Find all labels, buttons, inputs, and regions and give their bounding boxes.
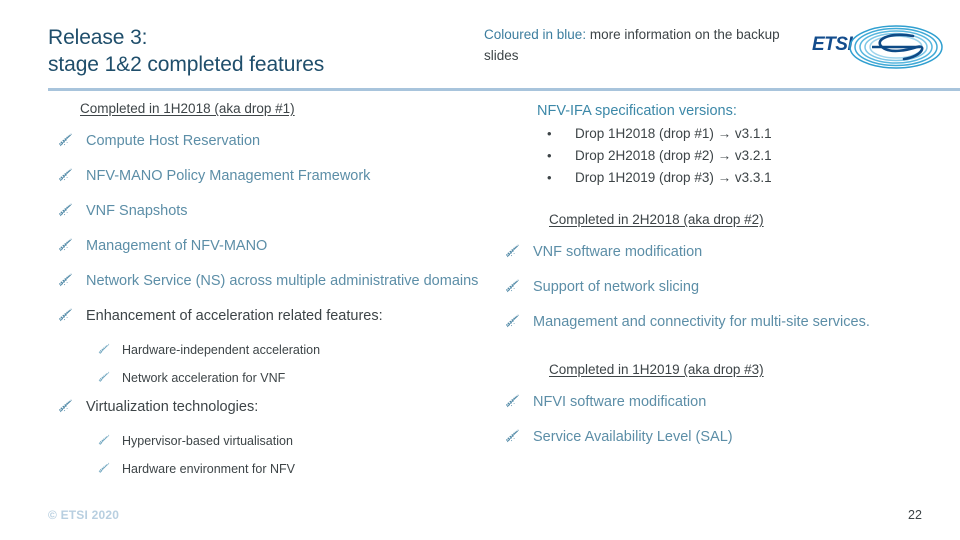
feather-bullet-icon: [58, 397, 80, 413]
header-note-highlight: Coloured in blue:: [484, 27, 587, 42]
feather-bullet-icon: [505, 277, 527, 293]
list-item: NFV-MANO Policy Management Framework: [48, 166, 518, 187]
list-item-label: Network acceleration for VNF: [122, 371, 286, 385]
list-item-label: Drop 1H2018 (drop #1) → v3.1.1: [575, 126, 772, 141]
etsi-logo: ETSI: [812, 20, 950, 78]
list-item: Enhancement of acceleration related feat…: [48, 306, 518, 327]
list-item-label: Drop 1H2019 (drop #3) → v3.3.1: [575, 170, 772, 185]
feather-bullet-icon: [505, 242, 527, 258]
list-item-label: VNF software modification: [533, 244, 703, 260]
list-item-label: Compute Host Reservation: [86, 133, 261, 149]
list-item-label: Support of network slicing: [533, 279, 700, 295]
feather-bullet-icon: [98, 341, 116, 355]
drop2-section-heading: Completed in 2H2018 (aka drop #2): [549, 212, 764, 227]
dot-bullet-icon: •: [547, 126, 552, 141]
list-item: • Drop 1H2018 (drop #1) → v3.1.1: [537, 123, 955, 145]
list-item: Network acceleration for VNF: [48, 369, 518, 387]
feather-bullet-icon: [58, 131, 80, 147]
page-title-line-1: Release 3:: [48, 26, 148, 49]
drop3-section-heading: Completed in 1H2019 (aka drop #3): [549, 362, 764, 377]
list-item-label: VNF Snapshots: [86, 203, 188, 219]
feather-bullet-icon: [505, 427, 527, 443]
feather-bullet-icon: [505, 392, 527, 408]
list-item: NFVI software modification: [505, 392, 955, 413]
list-item: Compute Host Reservation: [48, 131, 518, 152]
left-section-heading: Completed in 1H2018 (aka drop #1): [80, 101, 295, 116]
feather-bullet-icon: [98, 369, 116, 383]
list-item: VNF Snapshots: [48, 201, 518, 222]
header-note: Coloured in blue: more information on th…: [484, 24, 814, 66]
list-item-label: Hypervisor-based virtualisation: [122, 434, 293, 448]
list-item: VNF software modification: [505, 242, 955, 263]
list-item-label: Drop 2H2018 (drop #2) → v3.2.1: [575, 148, 772, 163]
feather-bullet-icon: [505, 312, 527, 328]
feather-bullet-icon: [98, 432, 116, 446]
svg-text:ETSI: ETSI: [812, 34, 853, 55]
feather-bullet-icon: [58, 201, 80, 217]
dot-bullet-icon: •: [547, 170, 552, 185]
list-item-label: Network Service (NS) across multiple adm…: [86, 273, 479, 289]
feather-bullet-icon: [58, 166, 80, 182]
page-title: Release 3: stage 1&2 completed features: [48, 24, 468, 78]
page-number: 22: [908, 508, 922, 522]
header-divider: [48, 88, 960, 91]
list-item-label: Hardware environment for NFV: [122, 462, 295, 476]
list-item: Virtualization technologies:: [48, 397, 518, 418]
versions-heading: NFV-IFA specification versions:: [537, 103, 737, 119]
list-item: Service Availability Level (SAL): [505, 427, 955, 448]
versions-list: • Drop 1H2018 (drop #1) → v3.1.1 • Drop …: [505, 123, 955, 189]
list-item-label: NFV-MANO Policy Management Framework: [86, 168, 371, 184]
list-item: Hardware-independent acceleration: [48, 341, 518, 359]
feather-bullet-icon: [98, 460, 116, 474]
list-item-label: Virtualization technologies:: [86, 399, 259, 415]
feather-bullet-icon: [58, 236, 80, 252]
list-item: Support of network slicing: [505, 277, 955, 298]
list-item-label: Service Availability Level (SAL): [533, 429, 733, 445]
list-item: Hypervisor-based virtualisation: [48, 432, 518, 450]
left-column: Completed in 1H2018 (aka drop #1) Comput…: [48, 100, 518, 488]
list-item-label: Enhancement of acceleration related feat…: [86, 308, 383, 324]
feather-bullet-icon: [58, 306, 80, 322]
list-item-label: Management of NFV-MANO: [86, 238, 268, 254]
list-item: • Drop 2H2018 (drop #2) → v3.2.1: [537, 145, 955, 167]
list-item: Management and connectivity for multi-si…: [505, 312, 955, 333]
list-item: • Drop 1H2019 (drop #3) → v3.3.1: [537, 167, 955, 189]
list-item: Network Service (NS) across multiple adm…: [48, 271, 518, 292]
page-title-line-2: stage 1&2 completed features: [48, 53, 325, 76]
list-item: Management of NFV-MANO: [48, 236, 518, 257]
list-item: Hardware environment for NFV: [48, 460, 518, 478]
right-column: NFV-IFA specification versions: • Drop 1…: [505, 100, 955, 462]
copyright-notice: © ETSI 2020: [48, 508, 120, 522]
list-item-label: NFVI software modification: [533, 394, 707, 410]
dot-bullet-icon: •: [547, 148, 552, 163]
list-item-label: Management and connectivity for multi-si…: [533, 314, 870, 330]
feather-bullet-icon: [58, 271, 80, 287]
list-item-label: Hardware-independent acceleration: [122, 343, 321, 357]
